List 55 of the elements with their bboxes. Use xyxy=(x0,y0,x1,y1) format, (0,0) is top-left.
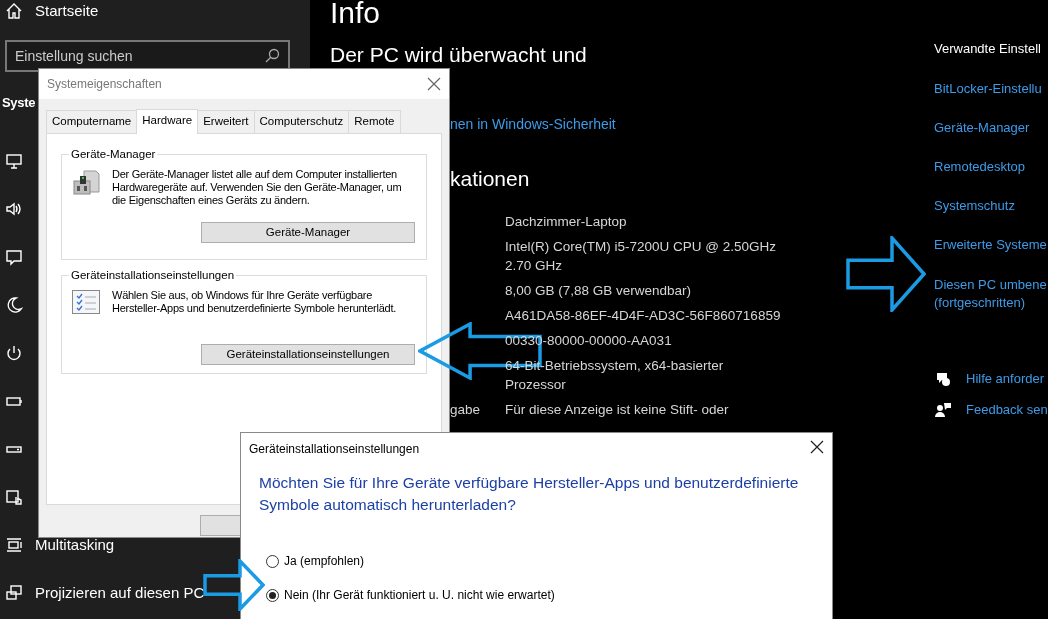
related-link[interactable]: Systemschutz xyxy=(934,196,1048,215)
spec-value: Intel(R) Core(TM) i5-7200U CPU @ 2.50GHz 2.70 GHz xyxy=(505,238,778,275)
tab[interactable]: Hardware xyxy=(136,109,199,135)
help-link[interactable]: Hilfe anforder xyxy=(966,369,1045,389)
home-link[interactable]: Startseite xyxy=(35,0,99,23)
arrow-annotation xyxy=(203,559,265,611)
checklist-icon xyxy=(72,290,100,314)
speaker-icon xyxy=(5,200,23,218)
related-link[interactable]: Remotedesktop xyxy=(934,157,1048,176)
related-link[interactable]: Diesen PC umbene (fortgeschritten) xyxy=(934,275,1048,312)
sidebar-item[interactable]: Multitasking xyxy=(35,533,115,557)
tab[interactable]: Remote xyxy=(348,110,401,134)
spec-value: Für diese Anzeige ist keine Stift- oder xyxy=(505,401,730,419)
feedback-icon xyxy=(934,401,952,419)
section-heading: Syste xyxy=(2,94,37,112)
spec-label: gabe xyxy=(450,402,481,417)
multitasking-icon xyxy=(5,536,23,554)
spec-value: Dachzimmer-Laptop xyxy=(505,213,628,231)
option-label: Ja (empfohlen) xyxy=(284,553,365,570)
window-title: Systemeigenschaften xyxy=(47,76,162,93)
description-text: Der Geräte-Manager listet alle auf dem Computer installierten Hardwaregeräte auf. Verwenden Sie den Geräte-Manager, um die Eigenschaften eines Geräts zu ändern. xyxy=(112,168,403,208)
related-link[interactable]: Erweiterte Systeme xyxy=(934,235,1048,254)
group-title: Geräte-Manager xyxy=(69,147,158,163)
related-link[interactable]: BitLocker-Einstellu xyxy=(934,79,1048,98)
dialog-button[interactable]: Geräte-Manager xyxy=(201,222,415,244)
dialog-button[interactable]: Geräteinstallationseinstellungen xyxy=(201,344,415,366)
help-link[interactable]: Feedback sen xyxy=(966,400,1048,420)
monitor-icon xyxy=(5,152,23,170)
section-heading: kationen xyxy=(450,167,530,190)
section-heading: Der PC wird überwacht und xyxy=(330,43,587,66)
group-title: Geräteinstallationseinstellungen xyxy=(69,268,237,284)
page-title: Info xyxy=(330,0,381,29)
spec-value: A461DA58-86EF-4D4F-AD3C-56F860716859 xyxy=(505,307,782,325)
search-icon xyxy=(264,48,280,64)
description-text: Wählen Sie aus, ob Windows für Ihre Geräte verfügbare Hersteller-Apps und benutzerdefinierte Symbole herunterlädt. xyxy=(112,289,397,316)
dialog-title: Geräteinstallationseinstellungen xyxy=(249,441,420,458)
power-icon xyxy=(5,344,23,362)
radio-button[interactable] xyxy=(266,554,279,568)
tab[interactable]: Computername xyxy=(46,110,138,134)
spec-value: 64-Bit-Betriebssystem, x64-basierter Prozessor xyxy=(505,357,725,394)
projector-icon xyxy=(5,584,23,602)
related-link[interactable]: Geräte-Manager xyxy=(934,118,1048,137)
radio-button[interactable] xyxy=(266,588,279,602)
moon-icon xyxy=(5,296,23,314)
dialog-question: Möchten Sie für Ihre Geräte verfügbare Hersteller-Apps und benutzerdefinierte Symbole automatisch herunterladen? xyxy=(258,473,800,515)
search-placeholder: Einstellung suchen xyxy=(15,46,133,66)
related-heading: Verwandte Einstell xyxy=(934,40,1042,58)
option-label: Nein (Ihr Gerät funktioniert u. U. nicht wie erwartet) xyxy=(284,587,555,604)
home-icon xyxy=(5,2,23,20)
spec-value: 8,00 GB (7,88 GB verwendbar) xyxy=(505,282,693,300)
close-icon[interactable] xyxy=(810,440,824,454)
sidebar-item[interactable]: Projizieren auf diesen PC xyxy=(35,581,205,605)
tablet-icon xyxy=(5,488,23,506)
speech-bubble-icon xyxy=(5,248,23,266)
security-link[interactable]: nen in Windows-Sicherheit xyxy=(450,116,616,132)
